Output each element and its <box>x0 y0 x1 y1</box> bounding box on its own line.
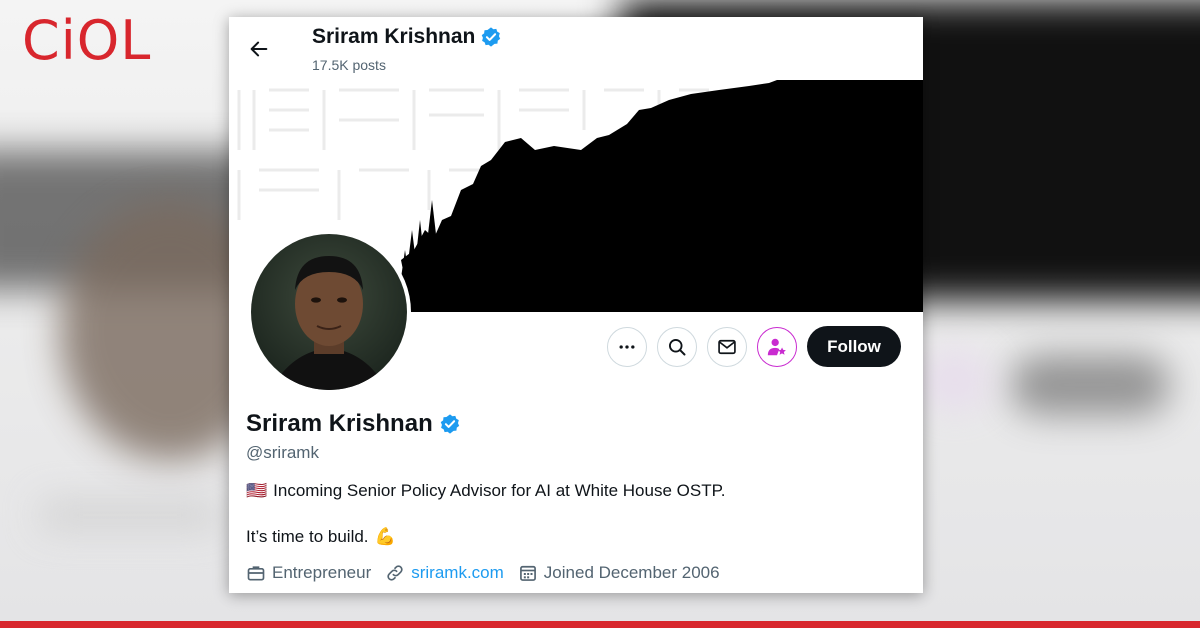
search-icon <box>669 338 686 355</box>
calendar-icon <box>519 565 536 581</box>
us-flag-icon: 🇺🇸 <box>246 481 268 500</box>
avatar-photo <box>251 234 407 390</box>
website-item: sriramk.com <box>385 563 504 583</box>
profile-name-text: Sriram Krishnan <box>246 410 433 437</box>
profession-item: Entrepreneur <box>246 563 371 583</box>
briefcase-icon <box>247 566 265 581</box>
joined-item: Joined December 2006 <box>518 563 720 583</box>
profile-handle: @sriramk <box>246 443 319 462</box>
joined-text: Joined December 2006 <box>543 563 720 582</box>
profession-text: Entrepreneur <box>272 563 372 582</box>
more-horizontal-icon <box>619 344 635 349</box>
ciol-logo: CiOL <box>22 9 152 72</box>
link-icon <box>387 565 403 581</box>
verified-badge-icon <box>482 27 501 47</box>
profile-meta: Entrepreneur sriramk.com Joined December… <box>246 563 720 583</box>
profile-header-bar: Sriram Krishnan 17.5K posts <box>229 17 923 80</box>
subscribe-button[interactable] <box>757 326 797 367</box>
profile-card: Sriram Krishnan 17.5K posts Follow Srira… <box>229 17 923 593</box>
header-name-text: Sriram Krishnan <box>312 25 476 48</box>
back-button[interactable] <box>243 37 275 61</box>
website-link[interactable]: sriramk.com <box>411 563 504 583</box>
verified-badge-icon[interactable] <box>439 413 461 435</box>
bio-text-1: Incoming Senior Policy Advisor for AI at… <box>273 481 726 500</box>
message-button[interactable] <box>707 326 747 367</box>
profile-actions: Follow <box>607 326 901 367</box>
bio-line-2: It’s time to build. 💪 <box>246 527 396 547</box>
bio-text-2: It’s time to build. <box>246 527 369 546</box>
search-button[interactable] <box>657 326 697 367</box>
person-star-icon <box>767 338 786 355</box>
arrow-left-icon <box>250 41 268 57</box>
envelope-icon <box>718 339 736 354</box>
more-button[interactable] <box>607 326 647 367</box>
post-count: 17.5K posts <box>312 57 386 73</box>
brand-bottom-bar <box>0 621 1200 628</box>
bio-line-1: 🇺🇸 Incoming Senior Policy Advisor for AI… <box>246 481 725 501</box>
follow-button[interactable]: Follow <box>807 326 901 367</box>
flexed-biceps-icon: 💪 <box>374 527 396 546</box>
profile-avatar[interactable] <box>247 230 411 394</box>
profile-display-name: Sriram Krishnan <box>246 410 461 438</box>
header-display-name: Sriram Krishnan <box>312 25 502 49</box>
